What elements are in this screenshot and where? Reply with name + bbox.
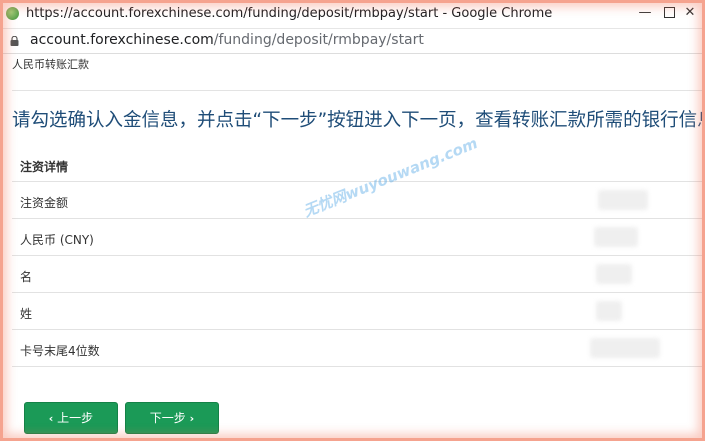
table-row: 注资金额 <box>12 182 705 219</box>
table-row: 卡号末尾4位数 <box>12 330 705 367</box>
page-content: 人民币转账汇款 请勾选确认入金信息，并点击“下一步”按钮进入下一页，查看转账汇款… <box>0 54 705 441</box>
redacted-value <box>598 190 648 210</box>
minimize-button[interactable]: — <box>635 4 655 22</box>
divider <box>12 90 705 91</box>
redacted-value <box>596 301 622 321</box>
row-label-first-name: 名 <box>20 270 33 284</box>
table-row: 姓 <box>12 293 705 330</box>
instruction-text: 请勾选确认入金信息，并点击“下一步”按钮进入下一页，查看转账汇款所需的银行信息。 <box>12 110 705 131</box>
next-step-button[interactable]: 下一步 › <box>125 402 219 434</box>
window-titlebar: https://account.forexchinese.com/funding… <box>0 0 705 29</box>
address-bar[interactable]: account.forexchinese.com/funding/deposit… <box>0 29 705 54</box>
table-header: 注资详情 <box>20 160 69 174</box>
maximize-icon <box>663 7 675 18</box>
maximize-button[interactable] <box>659 4 679 22</box>
close-button[interactable]: ✕ <box>680 4 700 22</box>
breadcrumb: 人民币转账汇款 <box>12 58 89 71</box>
row-label-card-last4: 卡号末尾4位数 <box>20 344 100 358</box>
redacted-value <box>596 264 632 284</box>
url-host: account.forexchinese.com <box>30 32 214 48</box>
chevron-left-icon: ‹ <box>48 412 54 425</box>
previous-step-button[interactable]: ‹ 上一步 <box>24 402 118 434</box>
redacted-value <box>594 227 638 247</box>
previous-step-label: 上一步 <box>57 411 94 425</box>
table-header-row: 注资详情 <box>12 144 705 182</box>
url-text[interactable]: account.forexchinese.com/funding/deposit… <box>30 32 424 48</box>
row-label-currency: 人民币 (CNY) <box>20 233 94 247</box>
window-title: https://account.forexchinese.com/funding… <box>26 6 553 21</box>
url-path: /funding/deposit/rmbpay/start <box>213 32 424 48</box>
chevron-right-icon: › <box>189 412 195 425</box>
table-row: 人民币 (CNY) <box>12 219 705 256</box>
row-label-last-name: 姓 <box>20 307 33 321</box>
table-row: 名 <box>12 256 705 293</box>
deposit-details-table: 注资详情 注资金额 人民币 (CNY) 名 姓 卡号末尾4位数 <box>12 144 705 367</box>
redacted-value <box>590 338 660 358</box>
row-label-amount: 注资金额 <box>20 196 69 210</box>
site-favicon-icon <box>6 7 19 20</box>
next-step-label: 下一步 <box>149 411 186 425</box>
lock-icon <box>10 36 19 46</box>
